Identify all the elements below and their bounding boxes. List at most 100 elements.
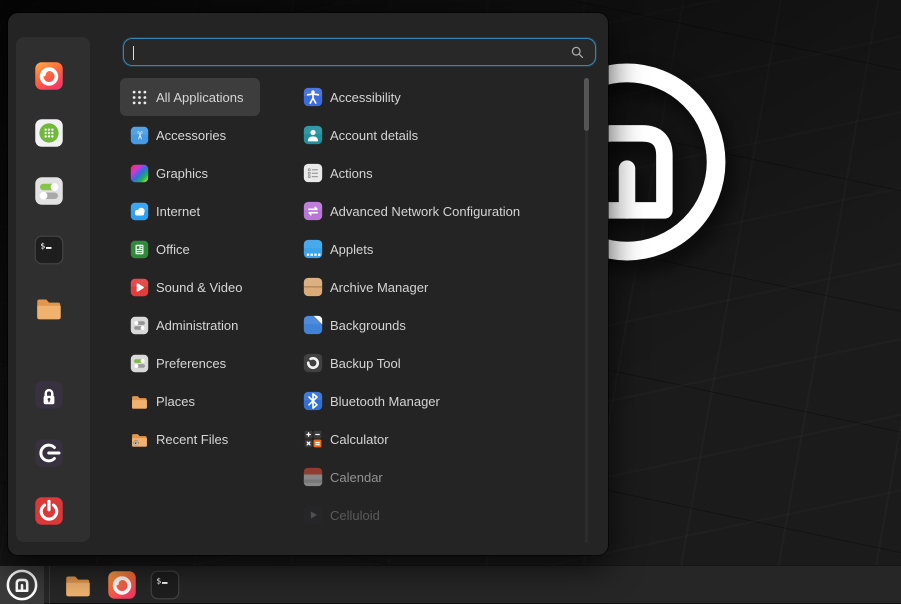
favorite-software-manager-button[interactable] xyxy=(34,118,64,148)
app-label: Actions xyxy=(330,166,373,181)
bluetooth-manager-icon xyxy=(303,391,323,411)
folder-icon xyxy=(34,293,64,323)
search-icon xyxy=(569,44,586,61)
app-item[interactable]: Backgrounds xyxy=(285,306,585,344)
category-item[interactable]: Office xyxy=(120,230,260,268)
favorite-files-button[interactable] xyxy=(34,293,64,323)
category-item[interactable]: All Applications xyxy=(120,78,260,116)
favorite-terminal-button[interactable]: $ xyxy=(34,235,64,265)
recent-files-icon xyxy=(130,430,149,449)
shutdown-button[interactable] xyxy=(34,496,64,526)
favorite-firefox-button[interactable] xyxy=(34,61,64,91)
category-item[interactable]: Graphics xyxy=(120,154,260,192)
app-label: Backgrounds xyxy=(330,318,406,333)
scrollbar-track xyxy=(585,78,588,543)
firefox-icon xyxy=(107,570,137,600)
launcher-files-button[interactable] xyxy=(63,570,93,600)
lock-screen-button[interactable] xyxy=(34,380,64,410)
category-label: Places xyxy=(156,394,195,409)
category-label: All Applications xyxy=(156,90,243,105)
sound-video-icon xyxy=(130,278,149,297)
category-item[interactable]: Recent Files xyxy=(120,420,260,458)
all-applications-icon xyxy=(130,88,149,107)
svg-text:✂: ✂ xyxy=(133,130,146,139)
lock-icon xyxy=(34,380,64,410)
calculator-icon xyxy=(303,429,323,449)
app-label: Accessibility xyxy=(330,90,401,105)
category-list: All Applications ✂ Accessories Graphics Inte… xyxy=(120,78,260,458)
app-item[interactable]: Calendar xyxy=(285,458,585,496)
folder-icon xyxy=(63,570,93,600)
favorite-system-settings-button[interactable] xyxy=(34,176,64,206)
celluloid-icon xyxy=(303,505,323,525)
system-settings-icon xyxy=(34,176,64,206)
category-item[interactable]: Places xyxy=(120,382,260,420)
accessibility-icon xyxy=(303,87,323,107)
app-item[interactable]: Backup Tool xyxy=(285,344,585,382)
taskbar: $ xyxy=(0,565,901,603)
application-list: Accessibility Account details Actions Advan… xyxy=(285,78,585,534)
category-label: Recent Files xyxy=(156,432,228,447)
calendar-icon xyxy=(303,467,323,487)
app-label: Calendar xyxy=(330,470,383,485)
category-label: Graphics xyxy=(156,166,208,181)
search-input[interactable] xyxy=(124,45,569,60)
application-menu: $ All Applications ✂ Accessories Graphics In… xyxy=(8,13,608,555)
category-item[interactable]: Administration xyxy=(120,306,260,344)
office-icon xyxy=(130,240,149,259)
launcher-terminal-button[interactable]: $ xyxy=(150,570,180,600)
app-item[interactable]: Archive Manager xyxy=(285,268,585,306)
category-item[interactable]: Sound & Video xyxy=(120,268,260,306)
category-item[interactable]: ✂ Accessories xyxy=(120,116,260,154)
search-bar[interactable] xyxy=(123,38,596,66)
logout-button[interactable] xyxy=(34,438,64,468)
applets-icon xyxy=(303,239,323,259)
favorites-sidebar: $ xyxy=(16,37,90,542)
app-label: Applets xyxy=(330,242,373,257)
graphics-icon xyxy=(130,164,149,183)
menu-button[interactable] xyxy=(0,566,44,604)
app-label: Archive Manager xyxy=(330,280,428,295)
scrollbar-thumb[interactable] xyxy=(584,78,589,131)
app-item[interactable]: Bluetooth Manager xyxy=(285,382,585,420)
administration-icon xyxy=(130,316,149,335)
account-details-icon xyxy=(303,125,323,145)
app-label: Backup Tool xyxy=(330,356,401,371)
launcher-firefox-button[interactable] xyxy=(107,570,137,600)
backgrounds-icon xyxy=(303,315,323,335)
app-item[interactable]: Applets xyxy=(285,230,585,268)
folder-icon xyxy=(130,392,149,411)
category-label: Administration xyxy=(156,318,238,333)
app-label: Calculator xyxy=(330,432,389,447)
app-item[interactable]: Advanced Network Configuration xyxy=(285,192,585,230)
terminal-icon: $ xyxy=(34,235,64,265)
actions-icon xyxy=(303,163,323,183)
app-item[interactable]: Celluloid xyxy=(285,496,585,534)
accessories-icon: ✂ xyxy=(130,126,149,145)
app-item[interactable]: Calculator xyxy=(285,420,585,458)
app-label: Bluetooth Manager xyxy=(330,394,440,409)
mint-logo-icon xyxy=(6,569,38,601)
app-label: Account details xyxy=(330,128,418,143)
category-label: Office xyxy=(156,242,190,257)
advanced-network-icon xyxy=(303,201,323,221)
app-label: Celluloid xyxy=(330,508,380,523)
text-caret xyxy=(133,46,134,60)
category-label: Preferences xyxy=(156,356,226,371)
category-item[interactable]: Preferences xyxy=(120,344,260,382)
category-label: Internet xyxy=(156,204,200,219)
archive-manager-icon xyxy=(303,277,323,297)
logout-icon xyxy=(34,438,64,468)
app-item[interactable]: Account details xyxy=(285,116,585,154)
backup-tool-icon xyxy=(303,353,323,373)
app-item[interactable]: Accessibility xyxy=(285,78,585,116)
category-label: Sound & Video xyxy=(156,280,243,295)
firefox-icon xyxy=(34,61,64,91)
category-label: Accessories xyxy=(156,128,226,143)
svg-text:$: $ xyxy=(40,240,45,250)
app-item[interactable]: Actions xyxy=(285,154,585,192)
svg-text:$: $ xyxy=(156,575,161,585)
app-label: Advanced Network Configuration xyxy=(330,204,520,219)
power-icon xyxy=(34,496,64,526)
category-item[interactable]: Internet xyxy=(120,192,260,230)
